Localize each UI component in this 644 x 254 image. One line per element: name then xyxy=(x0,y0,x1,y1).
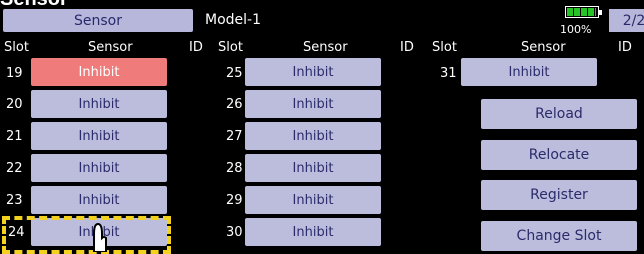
slot-number: 19 xyxy=(6,66,23,81)
col-slot-1: Slot xyxy=(4,40,29,55)
page-button[interactable]: 2/2 xyxy=(609,9,644,32)
col-sensor-1: Sensor xyxy=(88,40,133,55)
slot-number: 31 xyxy=(440,66,457,81)
tab-sensor[interactable]: Sensor xyxy=(3,9,193,32)
model-name: Model-1 xyxy=(205,12,261,28)
slot-number: 28 xyxy=(226,161,243,176)
slot-number: 20 xyxy=(6,97,23,112)
slot-number: 21 xyxy=(6,129,23,144)
col-id-2: ID xyxy=(400,40,414,55)
relocate-button[interactable]: Relocate xyxy=(481,140,637,170)
col-slot-2: Slot xyxy=(218,40,243,55)
slot-number: 27 xyxy=(226,129,243,144)
slot-19-sensor-button[interactable]: Inhibit xyxy=(31,58,167,86)
col-id-3: ID xyxy=(618,40,632,55)
slot-29-sensor-button[interactable]: Inhibit xyxy=(245,186,381,214)
battery-level xyxy=(567,8,596,16)
slot-27-sensor-button[interactable]: Inhibit xyxy=(245,122,381,150)
slot-25-sensor-button[interactable]: Inhibit xyxy=(245,58,381,86)
battery-icon xyxy=(565,6,602,18)
change-slot-button[interactable]: Change Slot xyxy=(481,221,637,251)
slot-21-sensor-button[interactable]: Inhibit xyxy=(31,122,167,150)
slot-23-sensor-button[interactable]: Inhibit xyxy=(31,186,167,214)
col-id-1: ID xyxy=(189,40,203,55)
slot-28-sensor-button[interactable]: Inhibit xyxy=(245,154,381,182)
slot-number: 30 xyxy=(226,225,243,240)
slot-20-sensor-button[interactable]: Inhibit xyxy=(31,90,167,118)
col-slot-3: Slot xyxy=(432,40,457,55)
slot-26-sensor-button[interactable]: Inhibit xyxy=(245,90,381,118)
slot-number: 26 xyxy=(226,97,243,112)
register-button[interactable]: Register xyxy=(481,180,637,210)
battery-percent: 100% xyxy=(560,23,592,36)
slot-31-sensor-button[interactable]: Inhibit xyxy=(461,58,597,86)
slot-number: 23 xyxy=(6,193,23,208)
slot-30-sensor-button[interactable]: Inhibit xyxy=(245,218,381,246)
col-sensor-2: Sensor xyxy=(303,40,348,55)
col-sensor-3: Sensor xyxy=(521,40,566,55)
reload-button[interactable]: Reload xyxy=(481,99,637,129)
battery-tip xyxy=(599,10,602,15)
slot-number: 29 xyxy=(226,193,243,208)
slot-number: 22 xyxy=(6,161,23,176)
slot-22-sensor-button[interactable]: Inhibit xyxy=(31,154,167,182)
slot-number: 25 xyxy=(226,66,243,81)
